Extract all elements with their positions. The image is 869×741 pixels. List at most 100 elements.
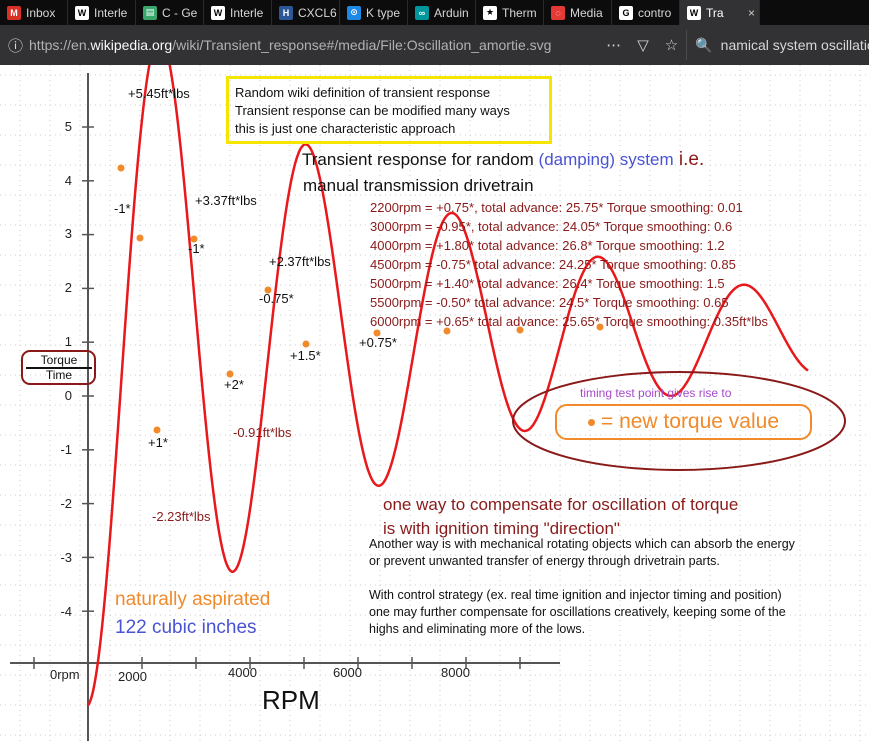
chart-subtitle: manual transmission drivetrain	[303, 176, 534, 195]
tab-label: Media	[570, 5, 603, 20]
note-line: one may further compensate for oscillati…	[369, 605, 786, 619]
y-tick-label: 4	[64, 173, 72, 188]
bookmark-star-icon[interactable]: ☆	[665, 36, 678, 54]
timing-test-point	[302, 340, 310, 348]
tab-label: C - Ge	[162, 5, 198, 20]
kicad-icon: ⊙	[347, 5, 361, 20]
tab-bar: M Inbox W Interle ▤ C - Ge W Interle H CXCL6 ⊙ K ty…	[0, 0, 869, 25]
rpm-setting: 5500rpm = -0.50* total advance: 24.5* To…	[370, 295, 729, 310]
x-tick-label: 2000	[118, 669, 147, 684]
rpm-settings-list: 2200rpm = +0.75*, total advance: 25.75* …	[370, 198, 768, 331]
wikipedia-icon: W	[75, 5, 89, 20]
arduino-icon: ∞	[415, 5, 429, 20]
axes	[10, 73, 560, 741]
tab-label: Inbox	[26, 5, 56, 20]
browser-tab[interactable]: ∞ Arduin	[408, 0, 476, 25]
x-tick-label: 8000	[441, 665, 470, 680]
hgnc-icon: H	[279, 5, 293, 20]
x-axis-label: RPM	[262, 685, 320, 715]
tab-label: CXCL6	[298, 5, 337, 20]
compensate-line: one way to compensate for oscillation of…	[383, 495, 739, 514]
legend-text: = new torque value	[600, 410, 780, 433]
browser-tab[interactable]: ★ Therm	[476, 0, 544, 25]
rpm-setting: 5000rpm = +1.40* total advance: 26.4* To…	[370, 276, 725, 291]
title-ie: i.e.	[673, 149, 705, 170]
rpm-setting: 4000rpm = +1.80* total advance: 26.8* To…	[370, 238, 725, 253]
rpm-setting: 4500rpm = -0.75* total advance: 24.25* T…	[370, 257, 736, 272]
tab-label: Arduin	[434, 5, 469, 20]
trough-label: -0.91ft*lbs	[233, 425, 292, 440]
browser-tab[interactable]: W Tra ×	[680, 0, 760, 25]
timing-test-point	[117, 164, 125, 172]
note-line: this is just one characteristic approach	[235, 121, 456, 136]
tab-label: Tra	[706, 5, 724, 20]
timing-label: +1.5*	[290, 348, 321, 363]
rpm-setting: 2200rpm = +0.75*, total advance: 25.75* …	[370, 200, 743, 215]
wikipedia-icon: W	[211, 5, 225, 20]
tab-label: contro	[638, 5, 672, 20]
browser-tab[interactable]: ▤ C - Ge	[136, 0, 204, 25]
tab-label: Therm	[502, 5, 537, 20]
timing-test-point	[153, 426, 161, 434]
wikipedia-icon: W	[687, 5, 701, 20]
url-bar[interactable]: ⓘ https://en. wikipedia.org/wiki/Transien…	[2, 30, 598, 60]
timing-test-point	[136, 234, 144, 242]
url-domain: wikipedia.org	[90, 37, 173, 53]
y-axis-label: Torque Time	[24, 353, 94, 383]
note-box: Random wiki definition of transient resp…	[226, 76, 552, 144]
note-line: Another way is with mechanical rotating …	[369, 537, 795, 551]
pocket-icon[interactable]: ▽	[637, 36, 649, 54]
y-tick-label: 2	[64, 280, 72, 295]
note-line: Transient response can be modified many …	[235, 103, 510, 118]
search-bar[interactable]: 🔍 namical system oscillation →	[686, 30, 869, 60]
chart-title: Transient response for random (damping) …	[302, 149, 704, 171]
gmail-icon: M	[7, 5, 21, 20]
browser-tab[interactable]: Gcontro	[612, 0, 680, 25]
timing-label: +2*	[224, 377, 244, 392]
note-line: or prevent unwanted transfer of energy t…	[369, 554, 720, 568]
browser-tab[interactable]: ⊙ K type	[340, 0, 408, 25]
x-tick-label: 0rpm	[50, 667, 80, 682]
y-tick-label: -4	[60, 604, 72, 619]
another-way-note: Another way is with mechanical rotating …	[369, 536, 795, 638]
timing-label: -1*	[188, 241, 205, 256]
note-line	[369, 570, 795, 587]
y-tick-label: 0	[64, 388, 72, 403]
navigation-bar: ⓘ https://en. wikipedia.org/wiki/Transien…	[0, 25, 869, 65]
more-options-icon[interactable]: ⋯	[606, 36, 621, 54]
timing-label: +0.75*	[359, 335, 397, 350]
engine-type: naturally aspirated	[115, 589, 271, 610]
compensate-note: one way to compensate for oscillation of…	[383, 493, 738, 541]
y-axis-label-top: Torque	[40, 353, 78, 367]
y-tick-label: -2	[60, 496, 72, 511]
info-icon[interactable]: ⓘ	[8, 35, 23, 56]
browser-tab[interactable]: W Interle	[204, 0, 272, 25]
browser-tab[interactable]: ◌ Media	[544, 0, 612, 25]
y-tick-label: -1	[60, 442, 72, 457]
rpm-setting: 3000rpm = -0.95*, total advance: 24.05* …	[370, 219, 733, 234]
engine-displacement: 122 cubic inches	[115, 617, 257, 638]
title-text: Transient response for random	[302, 150, 539, 169]
star-icon: ★	[483, 5, 497, 20]
y-tick-label: 5	[64, 119, 72, 134]
browser-tab[interactable]: H CXCL6	[272, 0, 340, 25]
tab-label: K type	[366, 5, 401, 20]
close-tab-icon[interactable]: ×	[748, 6, 755, 20]
timing-label: -0.75*	[259, 291, 294, 306]
peak-label: +2.37ft*lbs	[269, 254, 331, 269]
x-tick-label: 4000	[228, 665, 257, 680]
y-tick-label: 3	[64, 226, 72, 241]
search-icon: 🔍	[695, 36, 713, 53]
note-line: Random wiki definition of transient resp…	[235, 85, 491, 100]
tab-label: Interle	[230, 5, 264, 20]
trough-label: -2.23ft*lbs	[152, 509, 211, 524]
orange-dot-icon	[587, 418, 595, 426]
browser-tab[interactable]: W Interle	[68, 0, 136, 25]
browser-tab[interactable]: M Inbox	[0, 0, 68, 25]
rpm-setting: 6000rpm = +0.65* total advance: 25.65* T…	[370, 314, 768, 329]
note-line: With control strategy (ex. real time ign…	[369, 588, 782, 602]
url-prefix: https://en.	[29, 37, 91, 53]
note-line: highs and eliminating more of the lows.	[369, 622, 586, 636]
url-path: /wiki/Transient_response#/media/File:Osc…	[172, 37, 552, 53]
image-viewer: Random wiki definition of transient resp…	[0, 65, 869, 741]
